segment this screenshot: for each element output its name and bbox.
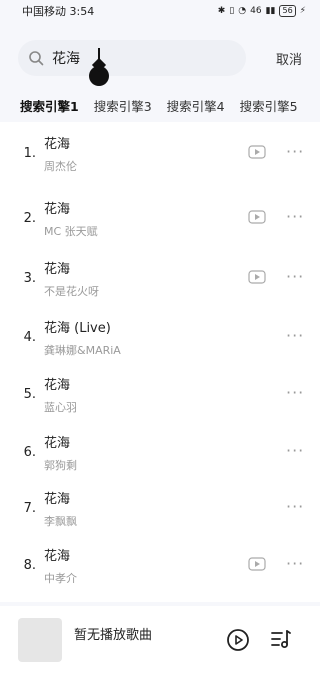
album-cover[interactable] xyxy=(18,618,62,662)
more-icon[interactable]: ··· xyxy=(286,499,304,515)
cancel-button[interactable]: 取消 xyxy=(276,49,302,68)
tab-engine-5[interactable]: 搜索引擎5 xyxy=(240,96,298,115)
list-item[interactable]: 2. 花海 MC 张天赋 ··· xyxy=(0,189,320,247)
song-title: 花海 xyxy=(44,435,71,451)
bluetooth-icon: ✱ xyxy=(217,6,226,16)
song-artist: 李飘飘 xyxy=(44,514,77,528)
play-icon[interactable] xyxy=(226,628,250,652)
tab-engine-3[interactable]: 搜索引擎3 xyxy=(94,96,152,115)
song-title: 花海 xyxy=(44,377,71,393)
battery-level: 56 xyxy=(279,5,296,17)
search-icon xyxy=(29,51,44,66)
tab-engine-1[interactable]: 搜索引擎1 xyxy=(20,96,79,120)
signal-text: 46 xyxy=(250,6,262,16)
cursor-handle[interactable] xyxy=(89,66,109,86)
more-icon[interactable]: ··· xyxy=(286,443,304,459)
song-number: 5. xyxy=(23,386,36,402)
signal-icon: ▮▮ xyxy=(265,6,276,16)
song-number: 6. xyxy=(23,444,36,460)
song-number: 3. xyxy=(23,270,36,286)
video-icon[interactable] xyxy=(248,270,266,284)
video-icon[interactable] xyxy=(248,210,266,224)
song-number: 7. xyxy=(23,500,36,516)
song-title: 花海 xyxy=(44,491,71,507)
wifi-icon: ◔ xyxy=(238,6,247,16)
list-item[interactable]: 5. 花海蓝心羽 ··· xyxy=(0,365,320,423)
song-artist: 周杰伦 xyxy=(44,159,77,173)
charging-icon: ⚡ xyxy=(299,6,306,16)
search-row: 取消 xyxy=(0,38,320,86)
search-box[interactable] xyxy=(18,40,246,86)
song-artist: 龚琳娜&MARiA xyxy=(44,343,121,357)
more-icon[interactable]: ··· xyxy=(286,556,304,572)
list-item[interactable]: 4. 花海 (Live) 龚琳娜&MARiA ··· xyxy=(0,308,320,366)
carrier-time: 中国移动 3:54 xyxy=(22,5,95,18)
song-number: 2. xyxy=(23,210,36,226)
list-item[interactable]: 1. 花海周杰伦 ··· xyxy=(0,124,320,182)
now-playing-title: 暂无播放歌曲 xyxy=(74,628,153,643)
more-icon[interactable]: ··· xyxy=(286,144,304,160)
song-title: 花海 (Live) xyxy=(44,320,111,336)
status-bar: 中国移动 3:54 ✱ ▯ ◔ 46 ▮▮ 56 ⚡ xyxy=(0,0,320,22)
video-icon[interactable] xyxy=(248,145,266,159)
search-input[interactable] xyxy=(52,50,202,66)
song-artist: 郭狗剩 xyxy=(44,458,77,472)
song-number: 4. xyxy=(23,329,36,345)
song-number: 8. xyxy=(23,557,36,573)
song-artist: 蓝心羽 xyxy=(44,400,77,414)
song-title: 花海 xyxy=(44,261,71,277)
list-item[interactable]: 3. 花海不是花火呀 ··· xyxy=(0,249,320,307)
more-icon[interactable]: ··· xyxy=(286,269,304,285)
list-item[interactable]: 8. 花海中孝介 ··· xyxy=(0,536,320,594)
song-list: 1. 花海 周杰伦 ··· 2. 花海 MC 张天赋 ··· 3. 花海 不是花火呀 … xyxy=(0,122,320,602)
list-item[interactable]: 7. 花海李飘飘 ··· xyxy=(0,479,320,537)
vibrate-icon: ▯ xyxy=(229,6,235,16)
song-artist: 不是花火呀 xyxy=(44,284,99,298)
tab-engine-4[interactable]: 搜索引擎4 xyxy=(167,96,225,115)
playlist-icon[interactable] xyxy=(270,628,292,650)
mini-player[interactable]: 暂无播放歌曲 xyxy=(0,606,320,693)
video-icon[interactable] xyxy=(248,557,266,571)
song-title: 花海 xyxy=(44,136,71,152)
song-title: 花海 xyxy=(44,548,71,564)
more-icon[interactable]: ··· xyxy=(286,209,304,225)
song-artist: MC 张天赋 xyxy=(44,224,98,238)
search-engine-tabs: 搜索引擎1 搜索引擎3 搜索引擎4 搜索引擎5 xyxy=(0,90,320,120)
song-artist: 中孝介 xyxy=(44,571,77,585)
status-icons: ✱ ▯ ◔ 46 ▮▮ 56 ⚡ xyxy=(218,5,306,17)
more-icon[interactable]: ··· xyxy=(286,328,304,344)
more-icon[interactable]: ··· xyxy=(286,385,304,401)
song-title: 花海 xyxy=(44,201,71,217)
song-number: 1. xyxy=(23,145,36,161)
list-item[interactable]: 6. 花海郭狗剩 ··· xyxy=(0,423,320,481)
